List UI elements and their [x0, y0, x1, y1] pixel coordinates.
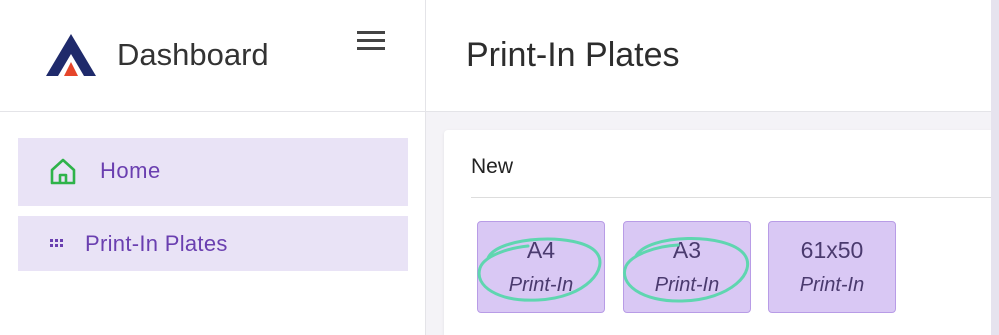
sidebar-item-home[interactable]: Home — [18, 138, 408, 206]
hamburger-menu-icon[interactable] — [356, 28, 386, 54]
main-header: Print-In Plates — [426, 0, 991, 112]
logo-icon — [46, 34, 96, 76]
plate-type: Print-In — [508, 274, 574, 296]
home-icon — [50, 158, 76, 185]
page-title: Print-In Plates — [466, 36, 680, 74]
card-title: New — [471, 155, 514, 178]
brand-header: Dashboard — [0, 0, 425, 112]
card-divider — [471, 197, 991, 198]
sidebar-item-print-in-plates[interactable]: Print-In Plates — [18, 216, 408, 271]
sidebar-item-label: Print-In Plates — [85, 231, 228, 256]
plate-61x50-button[interactable]: 61x50 Print-In — [768, 221, 896, 313]
window-frame-right — [991, 0, 999, 335]
main-content: New A4 Print-In A3 Print-In 61x50 Print-… — [426, 112, 991, 335]
brand-title: Dashboard — [117, 37, 269, 72]
plate-type: Print-In — [799, 274, 865, 296]
plate-size: A4 — [526, 237, 556, 263]
plate-size: 61x50 — [800, 237, 864, 263]
plate-a3-button[interactable]: A3 Print-In — [623, 221, 751, 313]
plate-size: A3 — [672, 237, 702, 263]
plate-a4-button[interactable]: A4 Print-In — [477, 221, 605, 313]
grid-icon — [50, 239, 63, 247]
new-plates-card: New A4 Print-In A3 Print-In 61x50 Print-… — [444, 130, 991, 335]
sidebar-item-label: Home — [100, 158, 161, 183]
sidebar: Dashboard Home Print-In Plates — [0, 0, 426, 335]
plate-type: Print-In — [654, 274, 720, 296]
